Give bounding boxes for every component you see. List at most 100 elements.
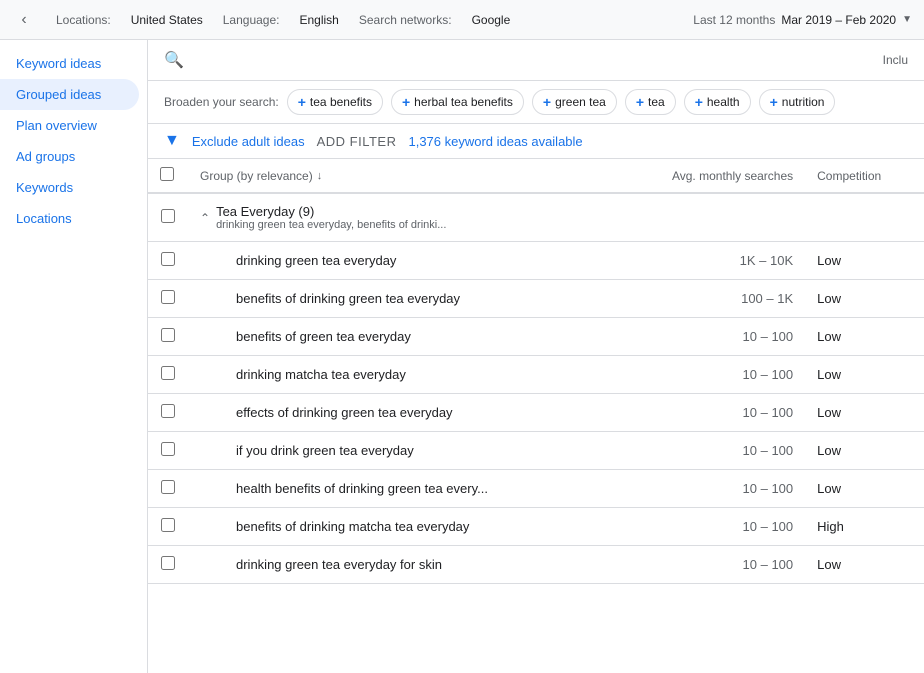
avg-monthly-cell: 10 – 100 <box>609 318 805 356</box>
network-value: Google <box>472 13 511 27</box>
table-row: drinking green tea everyday 1K – 10K Low <box>148 242 924 280</box>
group-checkbox[interactable] <box>161 209 175 223</box>
sidebar-item-label: Keywords <box>16 180 73 195</box>
chevron-down-icon: ▼ <box>902 14 912 25</box>
group-header-row: ⌃ Tea Everyday (9) drinking green tea ev… <box>148 193 924 242</box>
network-label: Search networks: <box>359 13 452 27</box>
table-row: health benefits of drinking green tea ev… <box>148 470 924 508</box>
top-bar: ‹ Locations: United States Language: Eng… <box>0 0 924 40</box>
add-filter-button[interactable]: ADD FILTER <box>317 134 397 149</box>
avg-monthly-cell: 1K – 10K <box>609 242 805 280</box>
sidebar-item-grouped-ideas[interactable]: Grouped ideas <box>0 79 139 110</box>
sidebar-item-locations[interactable]: Locations <box>0 203 139 234</box>
plus-icon: + <box>636 94 644 110</box>
row-checkbox-cell <box>148 318 188 356</box>
row-checkbox-cell <box>148 546 188 584</box>
row-checkbox[interactable] <box>161 556 175 570</box>
competition-cell: Low <box>805 470 924 508</box>
competition-cell: Low <box>805 280 924 318</box>
sidebar-item-label: Grouped ideas <box>16 87 101 102</box>
date-range-value: Mar 2019 – Feb 2020 <box>781 13 896 27</box>
plus-icon: + <box>402 94 410 110</box>
table-row: benefits of drinking green tea everyday … <box>148 280 924 318</box>
row-checkbox[interactable] <box>161 366 175 380</box>
row-checkbox[interactable] <box>161 404 175 418</box>
row-checkbox[interactable] <box>161 328 175 342</box>
table-row: if you drink green tea everyday 10 – 100… <box>148 432 924 470</box>
group-name: Tea Everyday (9) <box>216 204 446 219</box>
competition-column-header: Competition <box>805 159 924 193</box>
include-text: Inclu <box>883 53 908 67</box>
avg-monthly-cell: 10 – 100 <box>609 508 805 546</box>
keyword-count: 1,376 keyword ideas available <box>408 134 582 149</box>
search-icon: 🔍 <box>164 50 184 70</box>
avg-monthly-cell: 10 – 100 <box>609 546 805 584</box>
filter-icon: ▼ <box>164 132 180 150</box>
avg-monthly-column-header: Avg. monthly searches <box>609 159 805 193</box>
keyword-cell: benefits of drinking green tea everyday <box>188 280 609 318</box>
tag-tea-benefits[interactable]: + tea benefits <box>287 89 383 115</box>
table-container: Group (by relevance) ↓ Avg. monthly sear… <box>148 159 924 673</box>
row-checkbox[interactable] <box>161 480 175 494</box>
layout: Keyword ideas Grouped ideas Plan overvie… <box>0 40 924 673</box>
search-bar: 🔍 green tea benefits Inclu <box>148 40 924 81</box>
header-checkbox-cell <box>148 159 188 193</box>
search-input[interactable]: green tea benefits <box>192 52 875 68</box>
keyword-cell: benefits of green tea everyday <box>188 318 609 356</box>
plus-icon: + <box>298 94 306 110</box>
broaden-label: Broaden your search: <box>164 95 279 109</box>
competition-cell: Low <box>805 546 924 584</box>
sidebar-item-plan-overview[interactable]: Plan overview <box>0 110 139 141</box>
group-header-label: Group (by relevance) <box>200 169 313 183</box>
sidebar-item-ad-groups[interactable]: Ad groups <box>0 141 139 172</box>
tag-label: green tea <box>555 95 606 109</box>
avg-monthly-cell: 10 – 100 <box>609 394 805 432</box>
row-checkbox-cell <box>148 470 188 508</box>
collapse-sidebar-button[interactable]: ‹ <box>12 8 36 32</box>
row-checkbox-cell <box>148 356 188 394</box>
group-description: drinking green tea everyday, benefits of… <box>216 219 446 231</box>
row-checkbox[interactable] <box>161 290 175 304</box>
row-checkbox[interactable] <box>161 518 175 532</box>
sort-down-icon[interactable]: ↓ <box>317 170 323 182</box>
competition-cell: Low <box>805 318 924 356</box>
competition-cell: Low <box>805 432 924 470</box>
sidebar-item-label: Keyword ideas <box>16 56 101 71</box>
plus-icon: + <box>543 94 551 110</box>
competition-cell: Low <box>805 242 924 280</box>
table-row: drinking green tea everyday for skin 10 … <box>148 546 924 584</box>
row-checkbox[interactable] <box>161 442 175 456</box>
location-value: United States <box>131 13 203 27</box>
tag-health[interactable]: + health <box>684 89 751 115</box>
exclude-adult-ideas-link[interactable]: Exclude adult ideas <box>192 134 305 149</box>
table-row: effects of drinking green tea everyday 1… <box>148 394 924 432</box>
sidebar-item-keyword-ideas[interactable]: Keyword ideas <box>0 48 139 79</box>
table-row: benefits of green tea everyday 10 – 100 … <box>148 318 924 356</box>
keyword-cell: if you drink green tea everyday <box>188 432 609 470</box>
row-checkbox-cell <box>148 432 188 470</box>
date-range: Last 12 months Mar 2019 – Feb 2020 ▼ <box>693 13 912 27</box>
competition-cell: Low <box>805 356 924 394</box>
language-label: Language: <box>223 13 280 27</box>
tag-herbal-tea-benefits[interactable]: + herbal tea benefits <box>391 89 524 115</box>
plus-icon: + <box>770 94 778 110</box>
tag-nutrition[interactable]: + nutrition <box>759 89 836 115</box>
plus-icon: + <box>695 94 703 110</box>
tag-label: herbal tea benefits <box>414 95 513 109</box>
tag-label: nutrition <box>782 95 825 109</box>
tag-label: tea benefits <box>310 95 372 109</box>
row-checkbox-cell <box>148 394 188 432</box>
avg-monthly-cell: 100 – 1K <box>609 280 805 318</box>
table-row: benefits of drinking matcha tea everyday… <box>148 508 924 546</box>
tag-green-tea[interactable]: + green tea <box>532 89 617 115</box>
table-header-row: Group (by relevance) ↓ Avg. monthly sear… <box>148 159 924 193</box>
collapse-group-icon[interactable]: ⌃ <box>200 211 210 225</box>
sidebar-item-keywords[interactable]: Keywords <box>0 172 139 203</box>
keyword-cell: drinking green tea everyday for skin <box>188 546 609 584</box>
tag-tea[interactable]: + tea <box>625 89 676 115</box>
select-all-checkbox[interactable] <box>160 167 174 181</box>
row-checkbox[interactable] <box>161 252 175 266</box>
date-range-label: Last 12 months <box>693 13 775 27</box>
broaden-bar: Broaden your search: + tea benefits + he… <box>148 81 924 124</box>
row-checkbox-cell <box>148 242 188 280</box>
